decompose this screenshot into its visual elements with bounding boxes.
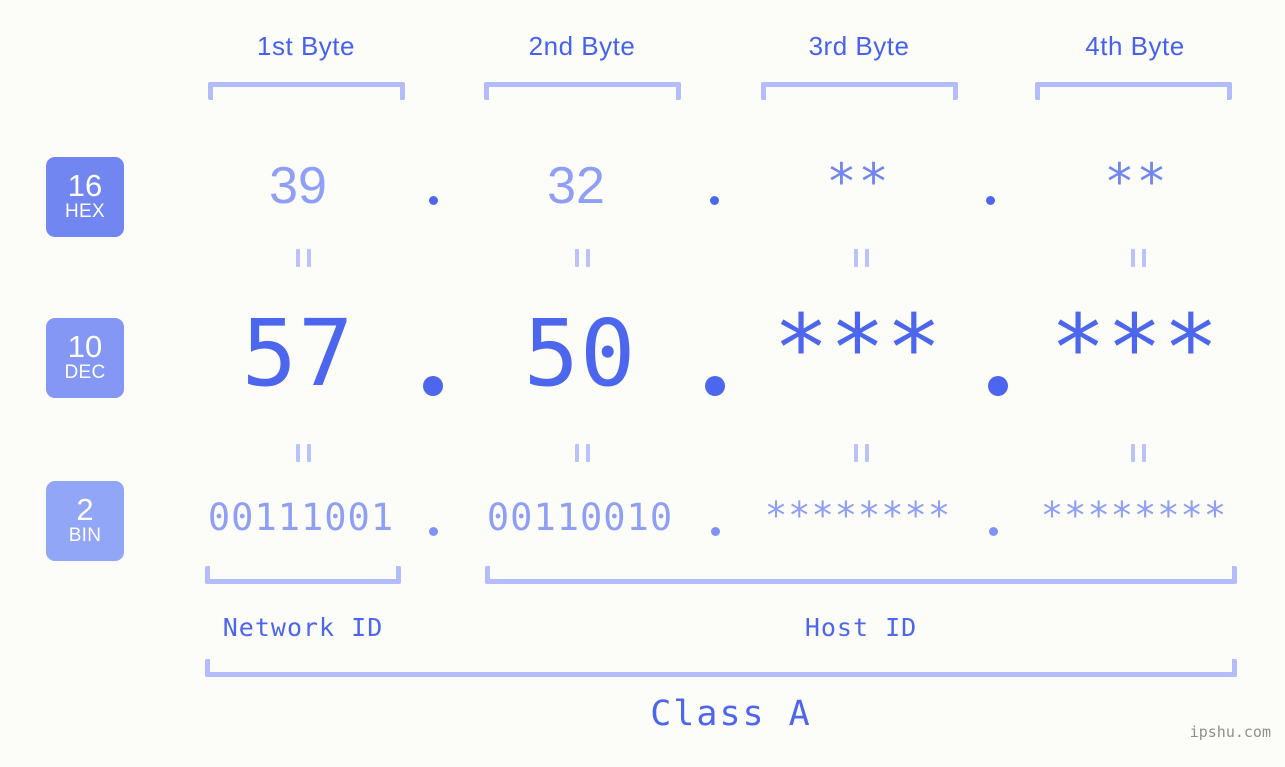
ip-address-breakdown-diagram: 1st Byte 2nd Byte 3rd Byte 4th Byte 16 H… <box>0 0 1285 767</box>
bin-byte-2-value: 00110010 <box>486 496 674 539</box>
equals-sign-dec-bin-2 <box>570 444 590 462</box>
base-badge-hex[interactable]: 16 HEX <box>46 157 124 237</box>
hex-separator-3 <box>986 196 995 205</box>
bin-byte-4-value: ******** <box>1040 494 1228 537</box>
equals-sign-hex-dec-2 <box>570 249 590 267</box>
network-id-label: Network ID <box>222 613 384 642</box>
base-badge-hex-name: HEX <box>65 201 105 222</box>
bin-separator-3 <box>989 527 998 536</box>
dec-separator-3 <box>988 376 1008 396</box>
byte-header-2: 2nd Byte <box>528 31 636 61</box>
base-badge-bin-number: 2 <box>76 492 94 527</box>
class-label: Class A <box>650 694 812 734</box>
equals-sign-dec-bin-4 <box>1126 444 1146 462</box>
base-badge-bin-name: BIN <box>68 525 102 546</box>
byte-header-4: 4th Byte <box>1085 31 1185 61</box>
base-badge-hex-number: 16 <box>67 168 103 203</box>
hex-byte-4-value: ** <box>1104 153 1169 211</box>
base-badge-dec-name: DEC <box>64 362 106 383</box>
equals-sign-dec-bin-1 <box>291 444 311 462</box>
equals-sign-hex-dec-4 <box>1126 249 1146 267</box>
base-badge-bin[interactable]: 2 BIN <box>46 481 124 561</box>
host-id-bracket <box>485 566 1237 584</box>
bin-separator-1 <box>429 527 438 536</box>
bin-byte-3-value: ******** <box>764 494 952 537</box>
hex-byte-1-value: 39 <box>269 157 327 215</box>
hex-byte-3-value: ** <box>826 153 891 211</box>
byte-bracket-4 <box>1035 82 1232 100</box>
byte-bracket-2 <box>484 82 681 100</box>
equals-sign-dec-bin-3 <box>849 444 869 462</box>
equals-sign-hex-dec-1 <box>291 249 311 267</box>
network-id-bracket <box>205 566 401 584</box>
byte-header-3: 3rd Byte <box>808 31 910 61</box>
byte-header-1: 1st Byte <box>257 31 355 61</box>
hex-byte-2-value: 32 <box>547 157 605 215</box>
dec-byte-3-value: *** <box>773 295 943 402</box>
byte-bracket-1 <box>208 82 405 100</box>
equals-sign-hex-dec-3 <box>849 249 869 267</box>
dec-byte-4-value: *** <box>1050 295 1220 402</box>
base-badge-dec-number: 10 <box>67 329 103 364</box>
host-id-label: Host ID <box>804 613 918 642</box>
bin-byte-1-value: 00111001 <box>207 496 395 539</box>
byte-bracket-3 <box>761 82 958 100</box>
dec-separator-2 <box>705 376 725 396</box>
hex-separator-1 <box>429 196 438 205</box>
class-bracket <box>205 659 1237 677</box>
hex-separator-2 <box>710 196 719 205</box>
watermark: ipshu.com <box>1189 723 1271 741</box>
bin-separator-2 <box>711 527 720 536</box>
base-badge-dec[interactable]: 10 DEC <box>46 318 124 398</box>
